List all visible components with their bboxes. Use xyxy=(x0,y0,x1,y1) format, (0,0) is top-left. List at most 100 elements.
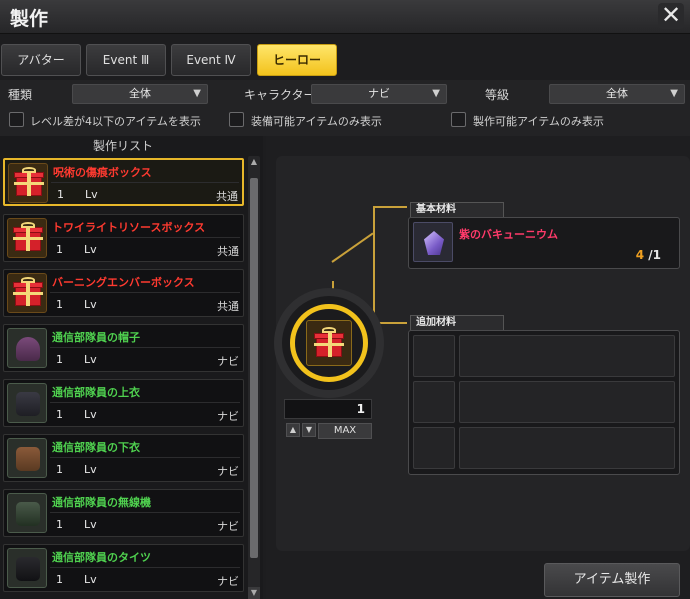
level-diff-label: レベル差が4以下のアイテムを表示 xyxy=(30,115,201,128)
character-select[interactable]: ナビ ▼ xyxy=(311,84,447,104)
chevron-down-icon: ▼ xyxy=(432,88,440,99)
radio-icon xyxy=(7,493,47,533)
grade-select[interactable]: 全体 ▼ xyxy=(549,84,685,104)
item-class: ナビ xyxy=(217,575,239,588)
item-name: 通信部隊員の帽子 xyxy=(52,331,140,344)
list-item[interactable]: 通信部隊員の帽子 1 Lv ナビ xyxy=(3,324,244,372)
list-scrollbar[interactable]: ▲ ▼ xyxy=(248,156,260,599)
scroll-down-icon[interactable]: ▼ xyxy=(248,587,260,599)
item-class: ナビ xyxy=(217,355,239,368)
item-name: 通信部隊員の下衣 xyxy=(52,441,140,454)
craft-item-button[interactable]: アイテム製作 xyxy=(544,563,680,597)
character-label: キャラクター xyxy=(244,88,316,102)
chevron-down-icon: ▼ xyxy=(193,88,201,99)
basic-material-tab: 基本材料 xyxy=(410,202,504,218)
item-class: ナビ xyxy=(217,410,239,423)
top-icon xyxy=(7,383,47,423)
grade-label: 等級 xyxy=(485,88,510,102)
craft-ring xyxy=(274,288,384,398)
recipe-panel: 1 ▲ ▼ MAX 基本材料 紫のバキューニウム 4 /1 追加材料 xyxy=(266,136,690,599)
connector-line xyxy=(373,206,375,324)
craft-ring-inner xyxy=(290,304,368,382)
hat-icon xyxy=(7,328,47,368)
item-class: 共通 xyxy=(217,245,239,258)
item-count: 1 xyxy=(56,463,63,476)
quantity-input[interactable]: 1 xyxy=(284,399,372,419)
item-count: 1 xyxy=(56,298,63,311)
list-item[interactable]: トワイライトリソースボックス 1 Lv 共通 xyxy=(3,214,244,262)
item-count: 1 xyxy=(56,518,63,531)
item-count: 1 xyxy=(56,408,63,421)
character-select-value: ナビ xyxy=(368,87,390,100)
extra-slot-icon[interactable] xyxy=(413,381,455,423)
extra-slot-icon[interactable] xyxy=(413,335,455,377)
tab-event-3[interactable]: Event Ⅲ xyxy=(86,44,166,76)
gift-box-icon xyxy=(306,320,352,366)
item-class: ナビ xyxy=(217,520,239,533)
item-name: 呪術の傷痕ボックス xyxy=(53,166,152,179)
item-level: Lv xyxy=(84,573,97,586)
item-count: 1 xyxy=(56,353,63,366)
list-item[interactable]: バーニングエンバーボックス 1 Lv 共通 xyxy=(3,269,244,317)
item-level: Lv xyxy=(84,408,97,421)
item-name: トワイライトリソースボックス xyxy=(52,221,206,234)
item-level: Lv xyxy=(84,298,97,311)
list-item[interactable]: 呪術の傷痕ボックス 1 Lv 共通 xyxy=(3,158,244,206)
material-have: 4 xyxy=(635,248,645,262)
material-count: 4 /1 xyxy=(636,248,661,262)
tab-avatar[interactable]: アバター xyxy=(1,44,81,76)
list-item[interactable]: 通信部隊員の無線機 1 Lv ナビ xyxy=(3,489,244,537)
material-need: /1 xyxy=(648,248,661,262)
window-title: 製作 xyxy=(10,8,49,30)
type-select-value: 全体 xyxy=(129,87,151,100)
list-item[interactable]: 通信部隊員の上衣 1 Lv ナビ xyxy=(3,379,244,427)
item-level: Lv xyxy=(85,188,98,201)
craft-list-panel: 製作リスト 呪術の傷痕ボックス 1 Lv 共通 トワイライトリソースボックス 1… xyxy=(0,136,263,599)
scroll-up-icon[interactable]: ▲ xyxy=(248,156,260,168)
craft-list-header: 製作リスト xyxy=(92,139,153,153)
list-item[interactable]: 通信部隊員のタイツ 1 Lv ナビ xyxy=(3,544,244,592)
extra-slot xyxy=(459,427,675,469)
basic-material-box: 紫のバキューニウム 4 /1 xyxy=(408,217,680,269)
level-diff-checkbox[interactable] xyxy=(9,112,24,127)
item-name: 通信部隊員の上衣 xyxy=(52,386,140,399)
craftable-checkbox[interactable] xyxy=(451,112,466,127)
scrollbar-thumb[interactable] xyxy=(250,178,258,558)
tab-event-4[interactable]: Event Ⅳ xyxy=(171,44,251,76)
close-icon[interactable]: ✕ xyxy=(658,3,684,29)
extra-slot-icon[interactable] xyxy=(413,427,455,469)
extra-slot xyxy=(459,381,675,423)
item-class: 共通 xyxy=(217,300,239,313)
item-count: 1 xyxy=(56,243,63,256)
max-button[interactable]: MAX xyxy=(318,423,372,439)
gift-box-icon xyxy=(8,163,48,203)
extra-material-tab: 追加材料 xyxy=(410,315,504,331)
extra-material-box xyxy=(408,330,680,475)
item-class: 共通 xyxy=(216,190,238,203)
filter-bar: 種類 全体 ▼ キャラクター ナビ ▼ 等級 全体 ▼ レベル差が4以下のアイテ… xyxy=(0,80,690,136)
item-level: Lv xyxy=(84,463,97,476)
tab-bar: アバター Event Ⅲ Event Ⅳ ヒーロー xyxy=(0,44,690,76)
increment-icon[interactable]: ▲ xyxy=(286,423,300,437)
equippable-checkbox[interactable] xyxy=(229,112,244,127)
type-select[interactable]: 全体 ▼ xyxy=(72,84,208,104)
list-item[interactable]: 通信部隊員の下衣 1 Lv ナビ xyxy=(3,434,244,482)
decrement-icon[interactable]: ▼ xyxy=(302,423,316,437)
chevron-down-icon: ▼ xyxy=(670,88,678,99)
item-count: 1 xyxy=(57,188,64,201)
type-label: 種類 xyxy=(8,88,33,102)
grade-select-value: 全体 xyxy=(606,87,628,100)
material-name: 紫のバキューニウム xyxy=(459,228,558,241)
tights-icon xyxy=(7,548,47,588)
equippable-label: 装備可能アイテムのみ表示 xyxy=(251,115,382,128)
connector-line xyxy=(373,206,407,208)
gift-box-icon xyxy=(7,273,47,313)
tab-hero[interactable]: ヒーロー xyxy=(257,44,337,76)
purple-crystal-icon xyxy=(413,222,453,262)
item-level: Lv xyxy=(84,353,97,366)
item-name: 通信部隊員の無線機 xyxy=(52,496,151,509)
gift-box-icon xyxy=(7,218,47,258)
item-name: 通信部隊員のタイツ xyxy=(52,551,151,564)
item-count: 1 xyxy=(56,573,63,586)
craftable-label: 製作可能アイテムのみ表示 xyxy=(473,115,604,128)
